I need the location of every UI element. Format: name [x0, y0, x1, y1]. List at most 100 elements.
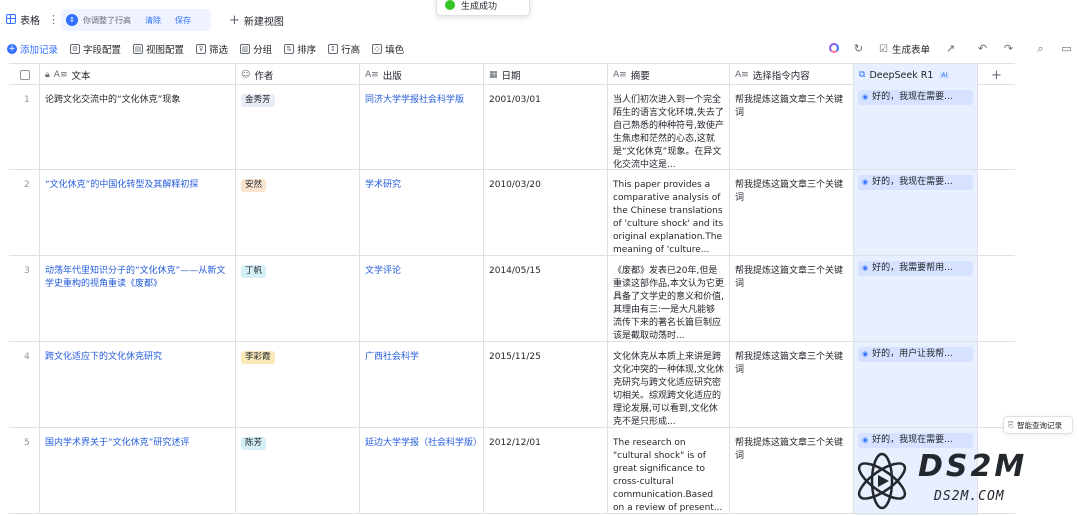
group-button[interactable]: ▥ 分组 — [240, 42, 272, 56]
ai-response-chip[interactable]: ◉ 好的，我现在需要... — [858, 433, 973, 448]
ai-assistant-icon[interactable] — [829, 43, 839, 53]
cell-date[interactable]: 2012/12/01 — [484, 428, 608, 513]
ai-response-text: 好的，我现在需要... — [872, 177, 953, 187]
cell-deepseek[interactable]: ◉ 好的，我需要帮用... — [854, 256, 978, 341]
column-header-summary[interactable]: A≡ 摘要 — [608, 64, 730, 86]
select-all-checkbox[interactable] — [20, 70, 30, 80]
cell-text[interactable]: 动荡年代里知识分子的“文化休克”——从新文学史重构的视角重读《废都》 — [40, 256, 236, 341]
field-config-button[interactable]: ⚙ 字段配置 — [70, 42, 121, 56]
select-all-cell[interactable] — [9, 64, 40, 86]
table-row[interactable]: 2 “文化休克”的中国化转型及其解释初探 安然 学术研究 2010/03/20 This … — [9, 170, 1015, 256]
cell-num[interactable]: 1 — [9, 85, 40, 169]
cell-text[interactable]: “文化休克”的中国化转型及其解释初探 — [40, 170, 236, 255]
search-icon[interactable]: ⌕ — [1035, 43, 1046, 54]
new-view-button[interactable]: + 新建视图 — [229, 13, 284, 28]
cell-num[interactable]: 3 — [9, 256, 40, 341]
filter-icon: ⊽ — [196, 44, 207, 54]
column-header-prompt[interactable]: A≡ 选择指令内容 — [730, 64, 854, 86]
cell-prompt[interactable]: 帮我提炼这篇文章三个关键词 — [730, 428, 854, 513]
add-column-button[interactable]: + — [978, 64, 1015, 86]
save-button[interactable]: 保存 — [175, 15, 191, 26]
info-icon: ↕ — [66, 14, 78, 26]
more-dots-icon[interactable]: ⋮ — [48, 13, 59, 26]
fill-color-button[interactable]: ◇ 填色 — [372, 42, 404, 56]
form-icon: ☑ — [879, 43, 888, 55]
column-label-summary: 摘要 — [630, 71, 650, 82]
plus-icon: + — [991, 67, 1002, 83]
sort-label: 排序 — [297, 45, 317, 56]
table-row[interactable]: 1 论跨文化交流中的“文化休克”现象 金秀芳 同济大学学报社会科学版 2001/03/0… — [9, 85, 1015, 170]
cell-deepseek[interactable]: ◉ 好的，我现在需要... — [854, 85, 978, 169]
cell-publisher[interactable]: 同济大学学报社会科学版 — [360, 85, 484, 169]
clear-button[interactable]: 清除 — [145, 15, 161, 26]
cell-num-value: 2 — [24, 180, 30, 190]
cell-prompt[interactable]: 帮我提炼这篇文章三个关键词 — [730, 342, 854, 427]
column-header-text[interactable]: 🔒︎ A≡ 文本 — [40, 64, 236, 86]
ai-response-chip[interactable]: ◉ 好的，我现在需要... — [858, 175, 973, 190]
filter-button[interactable]: ⊽ 筛选 — [196, 42, 228, 56]
cell-text[interactable]: 跨文化适应下的文化休克研究 — [40, 342, 236, 427]
cell-author[interactable]: 李彩霞 — [236, 342, 360, 427]
cell-summary[interactable]: 《废都》发表已20年,但是重读这部作品,本文认为它更具备了文学史的意义和价值,其… — [608, 256, 730, 341]
cell-summary[interactable]: 当人们初次进入到一个完全陌生的语言文化环境,失去了自己熟悉的种种符号,致使产生焦… — [608, 85, 730, 169]
cell-prompt[interactable]: 帮我提炼这篇文章三个关键词 — [730, 170, 854, 255]
comment-icon[interactable]: ▭ — [1061, 43, 1072, 54]
cell-author[interactable]: 金秀芳 — [236, 85, 360, 169]
cell-publisher-value: 学术研究 — [365, 180, 402, 190]
refresh-icon[interactable]: ↻ — [853, 43, 864, 54]
table-row[interactable]: 4 跨文化适应下的文化休克研究 李彩霞 广西社会科学 2015/11/25 文化休克从本质… — [9, 342, 1015, 428]
cell-publisher[interactable]: 广西社会科学 — [360, 342, 484, 427]
share-icon[interactable]: ↗ — [945, 43, 956, 54]
cell-publisher[interactable]: 文学评论 — [360, 256, 484, 341]
ai-response-chip[interactable]: ◉ 好的，我需要帮用... — [858, 261, 973, 276]
cell-date[interactable]: 2015/11/25 — [484, 342, 608, 427]
cell-summary-value: 《废都》发表已20年,但是重读这部作品,本文认为它更具备了文学史的意义和价值,其… — [613, 266, 724, 341]
cell-deepseek[interactable]: ◉ 好的，用户让我帮... — [854, 342, 978, 427]
cell-deepseek[interactable]: ◉ 好的，我现在需要... — [854, 170, 978, 255]
cell-text[interactable]: 论跨文化交流中的“文化休克”现象 — [40, 85, 236, 169]
cell-summary[interactable]: This paper provides a comparative analys… — [608, 170, 730, 255]
column-label-date: 日期 — [501, 71, 521, 82]
table-row[interactable]: 3 动荡年代里知识分子的“文化休克”——从新文学史重构的视角重读《废都》 丁帆 文学评… — [9, 256, 1015, 342]
smart-query-button[interactable]: ⎘ 智能查询记录 — [1003, 416, 1073, 434]
column-header-deepseek[interactable]: ⧉ DeepSeek R1 AI — [854, 64, 978, 86]
tab-table-view[interactable]: 表格 ⋮ — [0, 0, 59, 38]
sort-button[interactable]: ⇅ 排序 — [284, 42, 316, 56]
view-config-label: 视图配置 — [146, 45, 185, 56]
generate-form-button[interactable]: ☑ 生成表单 — [879, 38, 930, 60]
column-header-publisher[interactable]: A≡ 出版 — [360, 64, 484, 86]
cell-summary[interactable]: The research on "cultural shock" is of g… — [608, 428, 730, 513]
cell-author[interactable]: 安然 — [236, 170, 360, 255]
ai-response-chip[interactable]: ◉ 好的，用户让我帮... — [858, 347, 973, 362]
calendar-icon: ▦ — [489, 70, 498, 80]
cell-summary[interactable]: 文化休克从本质上来讲是跨文化冲突的一种体现,文化休克研究与跨文化适应研究密切相关… — [608, 342, 730, 427]
add-record-button[interactable]: + 添加记录 — [7, 42, 58, 56]
cell-author[interactable]: 陈芳 — [236, 428, 360, 513]
cell-publisher[interactable]: 学术研究 — [360, 170, 484, 255]
cell-publisher[interactable]: 延边大学学报（社会科学版） — [360, 428, 484, 513]
cell-author[interactable]: 丁帆 — [236, 256, 360, 341]
cell-num[interactable]: 4 — [9, 342, 40, 427]
column-header-author[interactable]: ☺ 作者 — [236, 64, 360, 86]
cell-text-value: “文化休克”的中国化转型及其解释初探 — [45, 180, 199, 190]
cell-num[interactable]: 5 — [9, 428, 40, 513]
undo-icon[interactable]: ↶ — [977, 43, 988, 54]
cell-prompt[interactable]: 帮我提炼这篇文章三个关键词 — [730, 85, 854, 169]
app-window: 表格 ⋮ ↕ 你调整了行高 清除 保存 + 新建视图 生成成功 + 添加记录 ⚙… — [0, 0, 1079, 516]
view-config-button[interactable]: ▤ 视图配置 — [133, 42, 184, 56]
cell-num[interactable]: 2 — [9, 170, 40, 255]
ai-response-chip[interactable]: ◉ 好的，我现在需要... — [858, 90, 973, 105]
cell-date-value: 2012/12/01 — [489, 438, 541, 448]
cell-text[interactable]: 国内学术界关于“文化休克”研究述评 — [40, 428, 236, 513]
redo-icon[interactable]: ↷ — [1003, 43, 1014, 54]
cell-prompt[interactable]: 帮我提炼这篇文章三个关键词 — [730, 256, 854, 341]
cell-publisher-value: 文学评论 — [365, 266, 402, 276]
cell-date[interactable]: 2014/05/15 — [484, 256, 608, 341]
cell-prompt-value: 帮我提炼这篇文章三个关键词 — [735, 438, 844, 461]
cell-date[interactable]: 2001/03/01 — [484, 85, 608, 169]
text-field-icon: A≡ — [53, 70, 68, 80]
cell-date[interactable]: 2010/03/20 — [484, 170, 608, 255]
column-header-date[interactable]: ▦ 日期 — [484, 64, 608, 86]
cell-prompt-value: 帮我提炼这篇文章三个关键词 — [735, 95, 844, 118]
row-height-button[interactable]: ↕ 行高 — [328, 42, 360, 56]
